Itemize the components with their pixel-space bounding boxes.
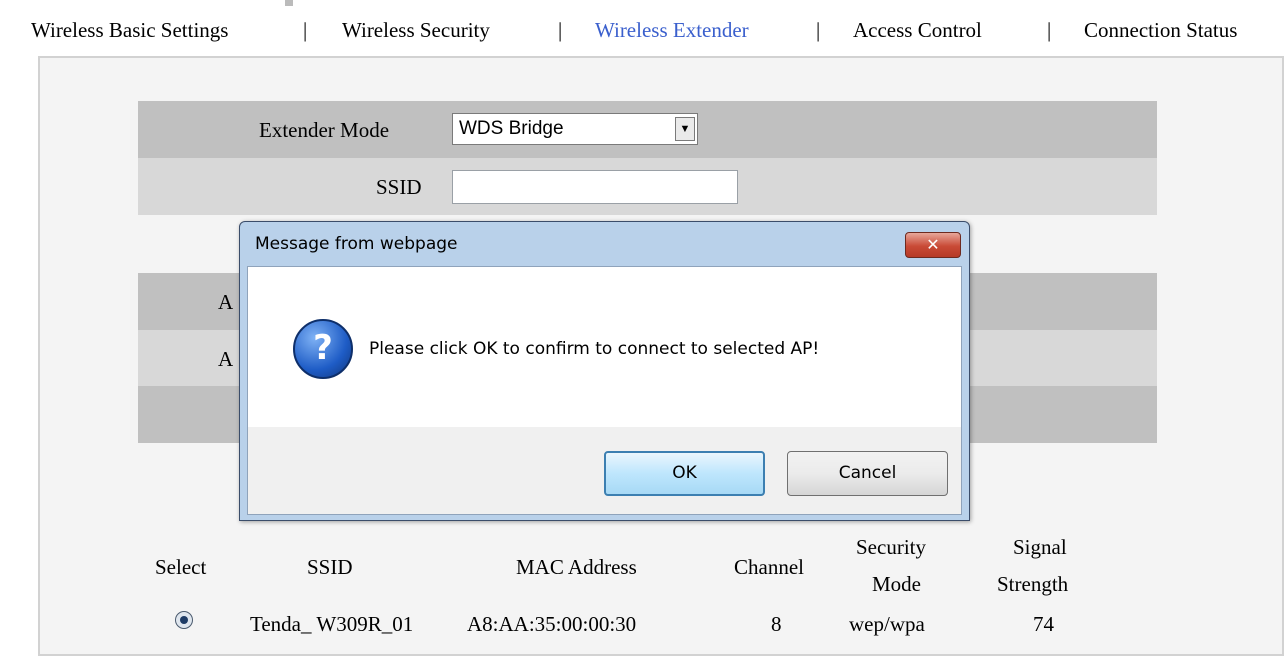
close-icon[interactable]: ✕ xyxy=(905,232,961,258)
dialog-title: Message from webpage xyxy=(255,234,458,254)
ap-ssid: Tenda_ W309R_01 xyxy=(250,612,414,636)
extender-mode-value: WDS Bridge xyxy=(459,118,564,139)
dialog-message: Please click OK to confirm to connect to… xyxy=(369,339,820,359)
dialog-message-area: ? Please click OK to confirm to connect … xyxy=(248,267,961,427)
col-header-select: Select xyxy=(155,555,207,579)
nav-tick-mark xyxy=(285,0,293,6)
col-header-channel: Channel xyxy=(734,555,804,579)
ssid-label: SSID xyxy=(376,175,422,199)
ap-mac-address: A8:AA:35:00:00:30 xyxy=(467,612,637,636)
col-header-ssid: SSID xyxy=(307,555,353,579)
col-header-signal: Signal xyxy=(1013,535,1067,559)
ap-security-mode: wep/wpa xyxy=(849,612,925,636)
hidden-row-label-1: A xyxy=(218,290,234,314)
col-header-security: Security xyxy=(856,535,926,559)
col-header-security-mode: Mode xyxy=(872,572,921,596)
tab-wireless-basic-settings[interactable]: Wireless Basic Settings xyxy=(31,18,228,43)
ap-channel: 8 xyxy=(771,612,782,636)
nav-separator: | xyxy=(816,18,821,42)
col-header-signal-strength: Strength xyxy=(997,572,1069,596)
wireless-settings-nav: Wireless Basic Settings | Wireless Secur… xyxy=(0,0,1287,52)
chevron-down-icon[interactable]: ▼ xyxy=(675,117,695,141)
ok-button[interactable]: OK xyxy=(604,451,765,496)
ap-signal-strength: 74 xyxy=(1033,612,1054,636)
extender-mode-select[interactable]: WDS Bridge ▼ xyxy=(452,113,698,145)
hidden-row-label-2: A xyxy=(218,347,234,371)
question-icon: ? xyxy=(293,319,353,379)
confirm-dialog: Message from webpage ✕ ? Please click OK… xyxy=(239,221,970,521)
extender-mode-label: Extender Mode xyxy=(259,118,390,142)
dialog-content: ? Please click OK to confirm to connect … xyxy=(247,266,962,515)
col-header-mac: MAC Address xyxy=(516,555,637,579)
tab-access-control[interactable]: Access Control xyxy=(853,18,982,43)
tab-connection-status[interactable]: Connection Status xyxy=(1084,18,1237,43)
ap-select-radio[interactable] xyxy=(175,611,193,629)
cancel-button[interactable]: Cancel xyxy=(787,451,948,496)
nav-separator: | xyxy=(558,18,563,42)
tab-wireless-extender[interactable]: Wireless Extender xyxy=(595,18,749,43)
ssid-input[interactable] xyxy=(452,170,738,204)
nav-separator: | xyxy=(303,18,308,42)
nav-separator: | xyxy=(1047,18,1052,42)
tab-wireless-security[interactable]: Wireless Security xyxy=(342,18,490,43)
